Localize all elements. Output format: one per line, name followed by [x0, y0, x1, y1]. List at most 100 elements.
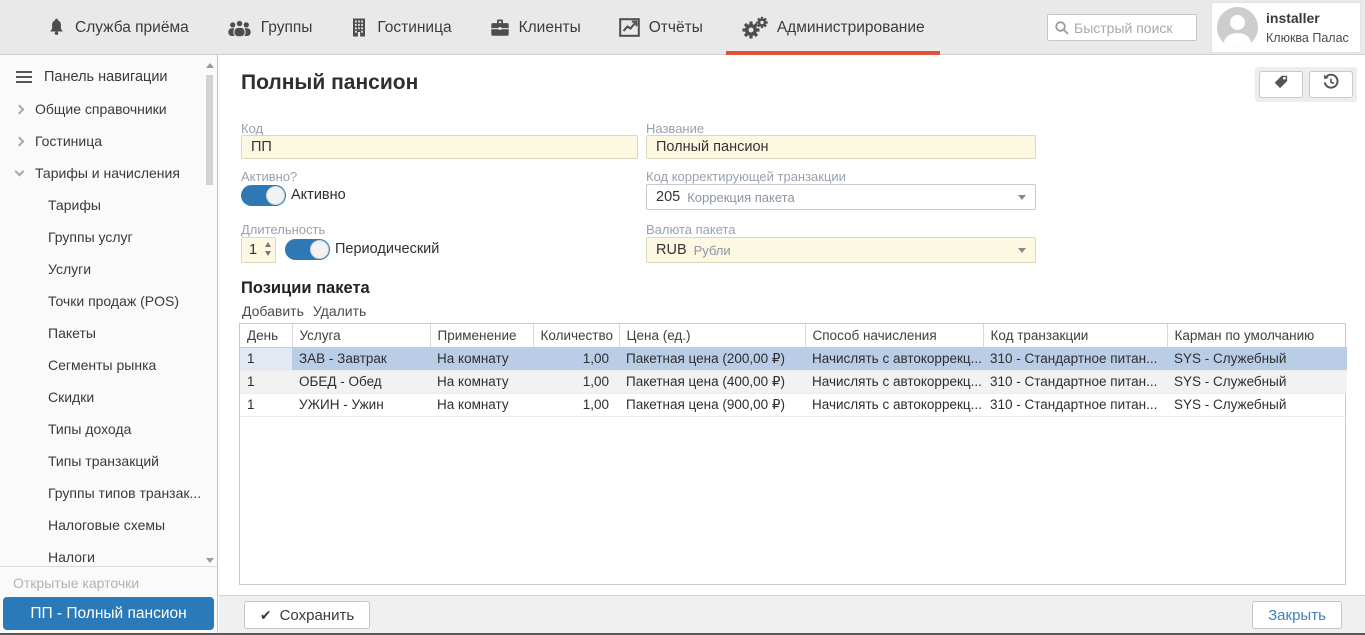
nav-header-label: Панель навигации [44, 69, 168, 85]
correction-name: Коррекция пакета [687, 190, 794, 205]
sidebar-item-label: Налоги [48, 549, 95, 565]
cell-transaction: 310 - Стандартное питан... [983, 370, 1167, 393]
open-cards-section: Открытые карточки ПП - Полный пансион [0, 566, 217, 633]
currency-select[interactable]: RUB Рубли [646, 237, 1036, 263]
sidebar: Панель навигации Общие справочники Гости… [0, 55, 218, 633]
sidebar-item-packages[interactable]: Пакеты [0, 317, 217, 349]
sidebar-item-hotel[interactable]: Гостиница [0, 125, 217, 157]
sidebar-item-label: Тарифы и начисления [35, 165, 180, 181]
sidebar-item-label: Сегменты рынка [48, 357, 156, 373]
sidebar-item-services[interactable]: Услуги [0, 253, 217, 285]
tab-label: Группы [261, 19, 313, 37]
tab-hotel[interactable]: Гостиница [331, 0, 470, 55]
sidebar-item-market-segments[interactable]: Сегменты рынка [0, 349, 217, 381]
tab-reports[interactable]: Отчёты [600, 0, 722, 55]
column-header-pocket[interactable]: Карман по умолчанию [1167, 324, 1347, 347]
dropdown-caret-icon [1018, 248, 1026, 253]
positions-table: День Услуга Применение Количество Цена (… [239, 323, 1346, 585]
positions-heading: Позиции пакета [241, 279, 370, 298]
tag-icon [1272, 73, 1290, 96]
sidebar-item-label: Налоговые схемы [48, 517, 165, 533]
column-header-price[interactable]: Цена (ед.) [619, 324, 805, 347]
name-label: Название [646, 121, 704, 136]
duration-label: Длительность [241, 222, 325, 237]
active-toggle[interactable] [241, 185, 286, 206]
cell-application: На комнату [430, 370, 533, 393]
quick-search [1047, 14, 1197, 41]
code-field[interactable]: ПП [241, 135, 638, 159]
cell-transaction: 310 - Стандартное питан... [983, 393, 1167, 416]
building-icon [350, 17, 368, 38]
user-hotel: Клюква Палас [1266, 29, 1349, 47]
column-header-method[interactable]: Способ начисления [805, 324, 983, 347]
sidebar-item-tax-schemes[interactable]: Налоговые схемы [0, 509, 217, 541]
sidebar-item-label: Группы типов транзак... [48, 485, 201, 501]
sidebar-item-label: Типы дохода [48, 421, 131, 437]
name-field[interactable]: Полный пансион [646, 135, 1036, 159]
save-button[interactable]: ✔ Сохранить [244, 601, 370, 629]
add-row-link[interactable]: Добавить [242, 303, 304, 319]
hamburger-icon [16, 71, 32, 83]
magnifier-icon [1054, 20, 1070, 41]
correction-code: 205 [656, 189, 680, 205]
periodic-toggle[interactable] [285, 239, 330, 260]
column-header-transaction[interactable]: Код транзакции [983, 324, 1167, 347]
tab-front-desk[interactable]: Служба приёма [28, 0, 208, 55]
column-header-service[interactable]: Услуга [292, 324, 430, 347]
tab-groups[interactable]: Группы [208, 0, 332, 55]
cell-day: 1 [240, 393, 292, 416]
sidebar-item-transaction-type-groups[interactable]: Группы типов транзак... [0, 477, 217, 509]
cell-method: Начислять с автокоррекц... [805, 393, 983, 416]
tab-clients[interactable]: Клиенты [471, 0, 600, 55]
cell-transaction: 310 - Стандартное питан... [983, 347, 1167, 370]
tab-administration[interactable]: Администрирование [722, 0, 944, 55]
close-button-label: Закрыть [1268, 607, 1326, 624]
chevron-right-icon [15, 104, 25, 114]
table-row-breakfast[interactable]: 1 ЗАВ - Завтрак На комнату 1,00 Пакетная… [240, 347, 1347, 370]
code-label: Код [241, 121, 263, 136]
table-row-dinner[interactable]: 1 УЖИН - Ужин На комнату 1,00 Пакетная ц… [240, 393, 1347, 416]
users-icon [227, 18, 252, 37]
cell-application: На комнату [430, 393, 533, 416]
open-cards-label: Открытые карточки [3, 573, 214, 597]
column-header-application[interactable]: Применение [430, 324, 533, 347]
close-button[interactable]: Закрыть [1252, 601, 1342, 629]
stepper-arrows-icon[interactable] [265, 242, 271, 256]
cell-service: УЖИН - Ужин [292, 393, 430, 416]
tags-button[interactable] [1259, 71, 1303, 98]
scrollbar-thumb[interactable] [206, 75, 213, 185]
table-row-lunch[interactable]: 1 ОБЕД - Обед На комнату 1,00 Пакетная ц… [240, 370, 1347, 393]
user-menu[interactable]: installer Клюква Палас [1211, 2, 1361, 53]
delete-row-link[interactable]: Удалить [313, 303, 366, 319]
sidebar-item-service-groups[interactable]: Группы услуг [0, 221, 217, 253]
cell-day: 1 [240, 347, 292, 370]
scroll-up-arrow[interactable] [206, 63, 214, 68]
sidebar-item-discounts[interactable]: Скидки [0, 381, 217, 413]
sidebar-item-label: Пакеты [48, 325, 96, 341]
sidebar-item-transaction-types[interactable]: Типы транзакций [0, 445, 217, 477]
tab-label: Администрирование [777, 19, 925, 37]
scroll-down-arrow[interactable] [206, 558, 214, 563]
correction-transaction-label: Код корректирующей транзакции [646, 169, 846, 184]
search-input[interactable] [1074, 15, 1192, 40]
sidebar-scrollbar[interactable] [205, 63, 215, 563]
sidebar-item-pos[interactable]: Точки продаж (POS) [0, 285, 217, 317]
toggle-knob [266, 186, 285, 205]
correction-transaction-select[interactable]: 205 Коррекция пакета [646, 184, 1036, 210]
periodic-toggle-label: Периодический [335, 241, 439, 257]
sidebar-item-tariffs[interactable]: Тарифы [0, 189, 217, 221]
sidebar-nav-header[interactable]: Панель навигации [0, 61, 217, 93]
sidebar-item-label: Тарифы [48, 197, 101, 213]
column-header-day[interactable]: День [240, 324, 292, 347]
column-header-quantity[interactable]: Количество [533, 324, 619, 347]
sidebar-item-income-types[interactable]: Типы дохода [0, 413, 217, 445]
sidebar-item-common-directories[interactable]: Общие справочники [0, 93, 217, 125]
cell-price: Пакетная цена (200,00 ₽) [619, 347, 805, 370]
sidebar-item-label: Группы услуг [48, 229, 133, 245]
history-button[interactable] [1309, 71, 1353, 98]
duration-stepper[interactable]: 1 [241, 237, 276, 263]
sidebar-item-tariffs-charges[interactable]: Тарифы и начисления [0, 157, 217, 189]
tab-label: Отчёты [649, 19, 703, 37]
currency-label: Валюта пакета [646, 222, 736, 237]
open-card-full-board[interactable]: ПП - Полный пансион [3, 597, 214, 630]
